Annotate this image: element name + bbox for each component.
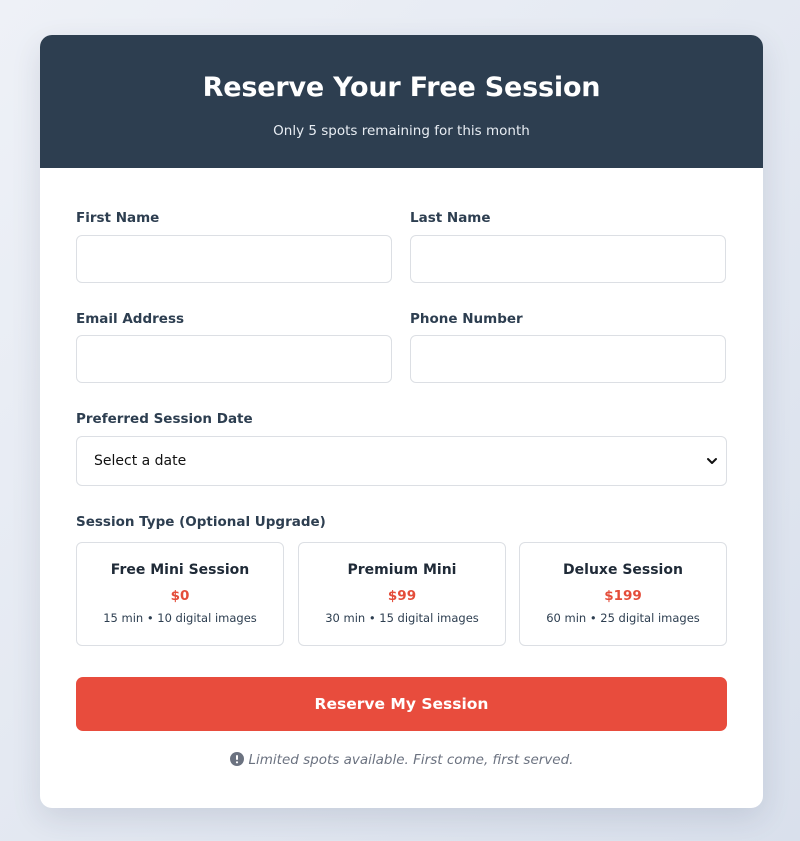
phone-field[interactable] xyxy=(410,335,726,383)
availability-note-text: Limited spots available. First come, fir… xyxy=(248,752,574,768)
first-name-label: First Name xyxy=(76,210,160,226)
session-option-free-mini[interactable]: Free Mini Session $0 15 min • 10 digital… xyxy=(76,542,284,646)
reserve-session-button[interactable]: Reserve My Session xyxy=(76,677,727,731)
last-name-label: Last Name xyxy=(410,210,491,226)
session-option-price: $199 xyxy=(604,588,642,604)
session-option-name: Deluxe Session xyxy=(563,562,683,578)
reservation-card: Reserve Your Free Session Only 5 spots r… xyxy=(40,35,763,808)
info-icon xyxy=(229,752,244,766)
session-date-select[interactable]: Select a date xyxy=(76,436,727,486)
session-date-label: Preferred Session Date xyxy=(76,411,253,427)
session-option-name: Premium Mini xyxy=(347,562,457,578)
email-label: Email Address xyxy=(76,311,185,327)
session-type-label: Session Type (Optional Upgrade) xyxy=(76,514,326,530)
session-option-name: Free Mini Session xyxy=(110,562,250,578)
chevron-down-icon xyxy=(707,458,717,464)
phone-label: Phone Number xyxy=(410,311,523,327)
first-name-field[interactable] xyxy=(76,235,392,283)
page-title: Reserve Your Free Session xyxy=(202,72,601,103)
email-field[interactable] xyxy=(76,335,392,383)
session-date-value: Select a date xyxy=(94,453,187,469)
session-option-desc: 15 min • 10 digital images xyxy=(103,611,257,625)
page-subtitle: Only 5 spots remaining for this month xyxy=(273,123,530,139)
availability-note: Limited spots available. First come, fir… xyxy=(40,751,763,769)
session-option-deluxe[interactable]: Deluxe Session $199 60 min • 25 digital … xyxy=(519,542,727,646)
session-option-price: $99 xyxy=(387,588,417,604)
session-option-premium-mini[interactable]: Premium Mini $99 30 min • 15 digital ima… xyxy=(298,542,506,646)
session-option-desc: 60 min • 25 digital images xyxy=(546,611,700,625)
form-header: Reserve Your Free Session Only 5 spots r… xyxy=(40,35,763,168)
session-option-price: $0 xyxy=(170,588,190,604)
session-option-desc: 30 min • 15 digital images xyxy=(325,611,479,625)
last-name-field[interactable] xyxy=(410,235,726,283)
